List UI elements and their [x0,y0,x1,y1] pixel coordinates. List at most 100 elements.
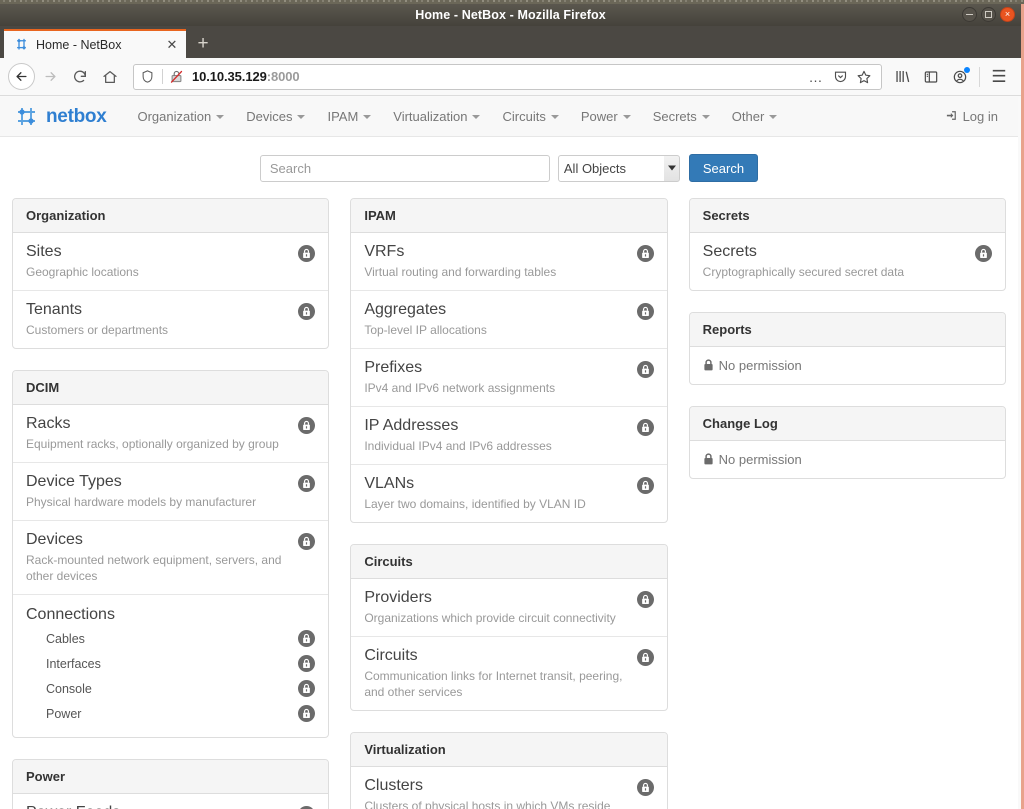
row-description: Virtual routing and forwarding tables [364,265,557,279]
netbox-navbar-right: Log in [945,109,1004,125]
row-text: IP Addresses Individual IPv4 and IPv6 ad… [364,416,636,454]
list-item-circuits[interactable]: Circuits Communication links for Interne… [351,637,666,710]
login-link[interactable]: Log in [945,109,1004,125]
list-item-ip-addresses[interactable]: IP Addresses Individual IPv4 and IPv6 ad… [351,407,667,465]
row-text: Sites Geographic locations [26,242,298,280]
library-icon[interactable] [888,63,916,91]
list-item-prefixes[interactable]: Prefixes IPv4 and IPv6 network assignmen… [351,349,667,407]
list-item-tenants[interactable]: Tenants Customers or departments [13,291,328,348]
tab-title: Home - NetBox [36,37,122,52]
broken-lock-icon[interactable] [169,69,185,85]
row-title: Sites [26,243,62,260]
row-text: Prefixes IPv4 and IPv6 network assignmen… [364,358,636,396]
panel-title: Organization [13,199,329,233]
list-item-secrets[interactable]: Secrets Cryptographically secured secret… [690,233,1005,290]
column-middle: IPAM VRFs Virtual routing and forwarding… [350,198,668,809]
no-permission-label: No permission [718,452,802,467]
search-input[interactable] [259,154,550,182]
lock-icon [636,303,654,320]
panel-body: No permission [690,441,1005,478]
page-actions-icon[interactable]: … [805,66,827,88]
search-button[interactable]: Search [688,154,759,182]
list-item-interfaces[interactable]: Interfaces [26,651,316,676]
lock-icon [298,630,316,647]
lock-icon [974,245,992,262]
lock-icon [298,475,316,492]
panel-body: No permission [690,347,1005,384]
row-description: Physical hardware models by manufacturer [26,495,257,509]
list-item-providers[interactable]: Providers Organizations which provide ci… [351,579,667,637]
list-item-cables[interactable]: Cables [26,626,316,651]
nav-item-label: Secrets [652,108,697,124]
url-bar[interactable]: 10.10.35.129:8000 … [133,63,882,90]
list-item-power-connections[interactable]: Power [26,701,316,726]
row-text: Power Feeds Electrical circuits deliveri… [26,803,298,809]
list-item-racks[interactable]: Racks Equipment racks, optionally organi… [13,405,329,463]
row-title: Device Types [26,473,122,490]
row-text: Aggregates Top-level IP allocations [364,300,636,338]
nav-item-secrets[interactable]: Secrets [642,97,721,137]
sidebar-icon[interactable] [917,63,945,91]
panel-body: Racks Equipment racks, optionally organi… [13,405,329,737]
row-title: Devices [26,531,83,548]
list-item-clusters[interactable]: Clusters Clusters of physical hosts in w… [351,767,666,809]
app-menu-icon[interactable]: ☰ [985,63,1013,91]
chevron-down-icon [701,114,710,119]
row-text: VLANs Layer two domains, identified by V… [364,474,636,512]
new-tab-button[interactable]: + [186,29,220,58]
minimize-button[interactable] [962,7,977,22]
group-title: Connections [26,606,115,623]
object-type-select[interactable]: All Objects [557,154,680,182]
no-permission-label: No permission [718,358,802,373]
lock-icon [636,419,654,436]
chevron-down-icon [216,114,225,119]
row-title: Aggregates [364,301,447,318]
maximize-button[interactable] [981,7,996,22]
sub-item-label: Power [46,706,82,721]
nav-item-other[interactable]: Other [721,97,789,137]
panel-title: Change Log [689,407,1005,441]
reload-button[interactable] [65,62,95,92]
netbox-brand[interactable]: netbox [14,105,107,128]
nav-item-organization[interactable]: Organization [126,97,235,137]
list-item-vlans[interactable]: VLANs Layer two domains, identified by V… [351,465,666,522]
close-button[interactable]: × [1000,7,1015,22]
back-button[interactable] [8,63,35,90]
list-item-devices[interactable]: Devices Rack-mounted network equipment, … [13,521,329,595]
nav-item-power[interactable]: Power [570,97,642,137]
list-item-power-feeds[interactable]: Power Feeds Electrical circuits deliveri… [13,794,328,809]
row-title: Power Feeds [26,803,290,809]
url-text[interactable]: 10.10.35.129:8000 [185,69,805,84]
forward-button[interactable] [35,62,65,92]
browser-tab-active[interactable]: Home - NetBox ✕ [4,29,186,58]
list-item-sites[interactable]: Sites Geographic locations [13,233,329,291]
netbox-page: netbox Organization Devices IPAM Virtual… [0,97,1018,809]
lock-icon [298,417,316,434]
nav-item-virtualization[interactable]: Virtualization [382,97,491,137]
list-item-vrfs[interactable]: VRFs Virtual routing and forwarding tabl… [351,233,667,291]
list-item-console[interactable]: Console [26,676,316,701]
nav-item-circuits[interactable]: Circuits [491,97,569,137]
lock-icon [636,779,654,796]
panel-dcim: DCIM Racks Equipment racks, optionally o… [12,370,330,738]
url-actions: … [805,66,875,88]
list-item-device-types[interactable]: Device Types Physical hardware models by… [13,463,329,521]
row-description: Individual IPv4 and IPv6 addresses [364,439,552,453]
account-icon[interactable] [946,63,974,91]
toolbar-right-buttons: ☰ [888,63,1013,91]
shield-icon[interactable] [140,69,156,85]
dashboard-columns: Organization Sites Geographic locations … [0,198,1018,809]
bookmark-star-icon[interactable] [853,66,875,88]
netbox-brand-label: netbox [46,105,107,127]
pocket-icon[interactable] [829,66,851,88]
nav-item-devices[interactable]: Devices [235,97,316,137]
sub-item-label: Cables [46,631,85,646]
list-item-aggregates[interactable]: Aggregates Top-level IP allocations [351,291,667,349]
column-right: Secrets Secrets Cryptographically secure… [688,198,1006,500]
row-title: Prefixes [364,359,423,376]
netbox-logo-icon [14,106,40,128]
row-title: IP Addresses [364,417,459,434]
nav-item-ipam[interactable]: IPAM [316,97,382,137]
home-button[interactable] [95,62,125,92]
tab-close-icon[interactable]: ✕ [164,37,180,53]
